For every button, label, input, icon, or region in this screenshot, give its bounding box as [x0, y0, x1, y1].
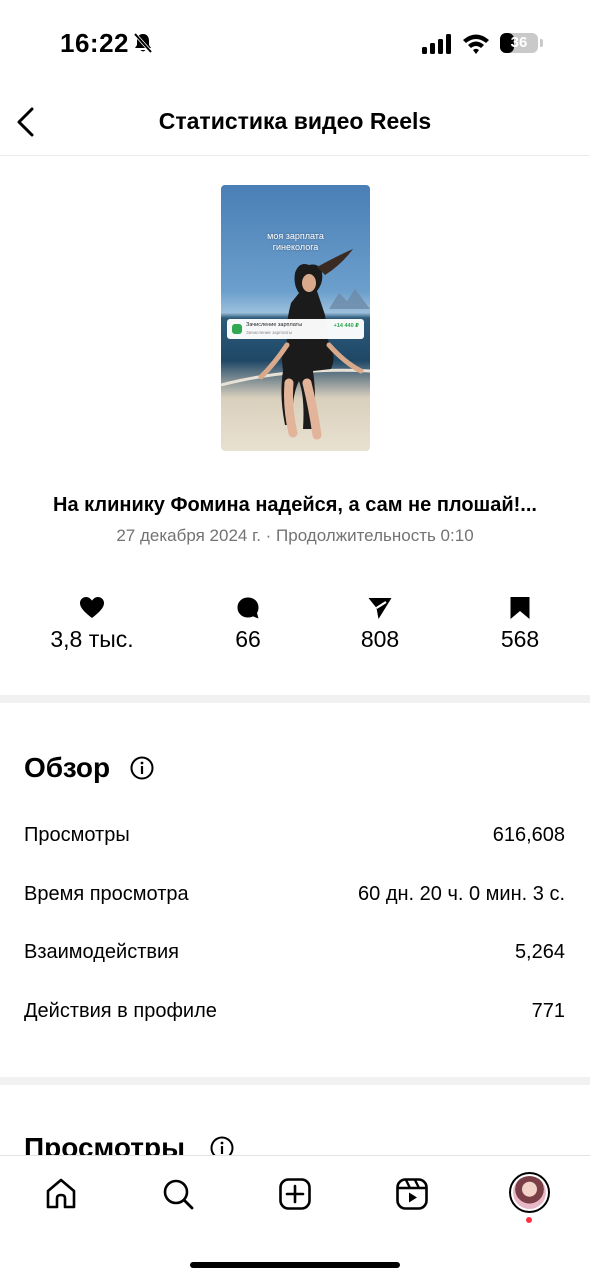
search-icon [163, 1179, 194, 1210]
thumbnail-caption: моя зарплата гинеколога [267, 231, 324, 252]
bookmark-icon [450, 596, 590, 622]
thumbnail-notification: Зачисление зарплаты Зачисление зарплаты … [227, 319, 364, 339]
tab-create[interactable] [275, 1174, 315, 1214]
home-indicator [190, 1262, 400, 1268]
battery-indicator: 36 [500, 33, 538, 53]
notification-title: Зачисление зарплаты [246, 322, 303, 328]
likes-count: 3,8 тыс. [50, 626, 134, 652]
tab-reels[interactable] [392, 1174, 432, 1214]
bell-muted-icon [133, 32, 153, 59]
notification-dot [526, 1217, 532, 1223]
section-divider [0, 695, 590, 703]
likes-stat: 3,8 тыс. [22, 596, 162, 653]
status-bar: 16:22 36 [0, 0, 590, 88]
info-icon[interactable] [130, 756, 154, 785]
reel-thumbnail[interactable]: моя зарплата гинеколога Зачисление зарпл… [221, 185, 370, 451]
home-icon [46, 1178, 76, 1209]
overview-row-value: 616,608 [492, 824, 565, 846]
overview-row-value: 5,264 [514, 941, 565, 963]
wifi-icon [462, 33, 490, 60]
comments-stat: 66 [178, 596, 318, 653]
nav-header: Статистика видео Reels [0, 88, 590, 156]
overview-row-label: Просмотры [24, 824, 130, 846]
battery-level-text: 36 [510, 34, 528, 51]
send-icon [310, 596, 450, 622]
bank-app-icon [232, 324, 242, 334]
reel-title: На клинику Фомина надейся, а сам не плош… [53, 494, 537, 516]
battery-tip [540, 39, 543, 47]
overview-row-label: Взаимодействия [24, 941, 179, 963]
tab-home[interactable] [41, 1174, 81, 1214]
comments-count: 66 [235, 626, 261, 652]
avatar-image [513, 1176, 546, 1209]
section-divider [0, 1077, 590, 1085]
cellular-signal-icon [422, 34, 454, 59]
reel-meta: 27 декабря 2024 г. · Продолжительность 0… [116, 526, 474, 545]
overview-heading: Обзор [24, 752, 111, 783]
profile-avatar[interactable] [509, 1172, 550, 1213]
notification-subtitle: Зачисление зарплаты [246, 330, 292, 335]
shares-count: 808 [360, 626, 400, 652]
tab-search[interactable] [158, 1174, 198, 1214]
overview-row-label: Действия в профиле [24, 1000, 217, 1022]
overview-row-value: 771 [531, 1000, 565, 1022]
saves-stat: 568 [450, 596, 590, 653]
saves-count: 568 [500, 626, 540, 652]
overview-row-label: Время просмотра [24, 883, 189, 905]
comment-icon [178, 596, 318, 622]
page-title: Статистика видео Reels [158, 108, 432, 134]
heart-icon [22, 596, 162, 622]
notification-amount: +14 440 ₽ [333, 323, 359, 329]
shares-stat: 808 [310, 596, 450, 653]
status-time: 16:22 [60, 28, 129, 58]
create-icon [279, 1178, 311, 1210]
thumbnail-scene [221, 249, 370, 440]
overview-row-value: 60 дн. 20 ч. 0 мин. 3 с. [358, 883, 565, 905]
bottom-tab-bar [0, 1155, 590, 1280]
reels-icon [396, 1178, 428, 1210]
